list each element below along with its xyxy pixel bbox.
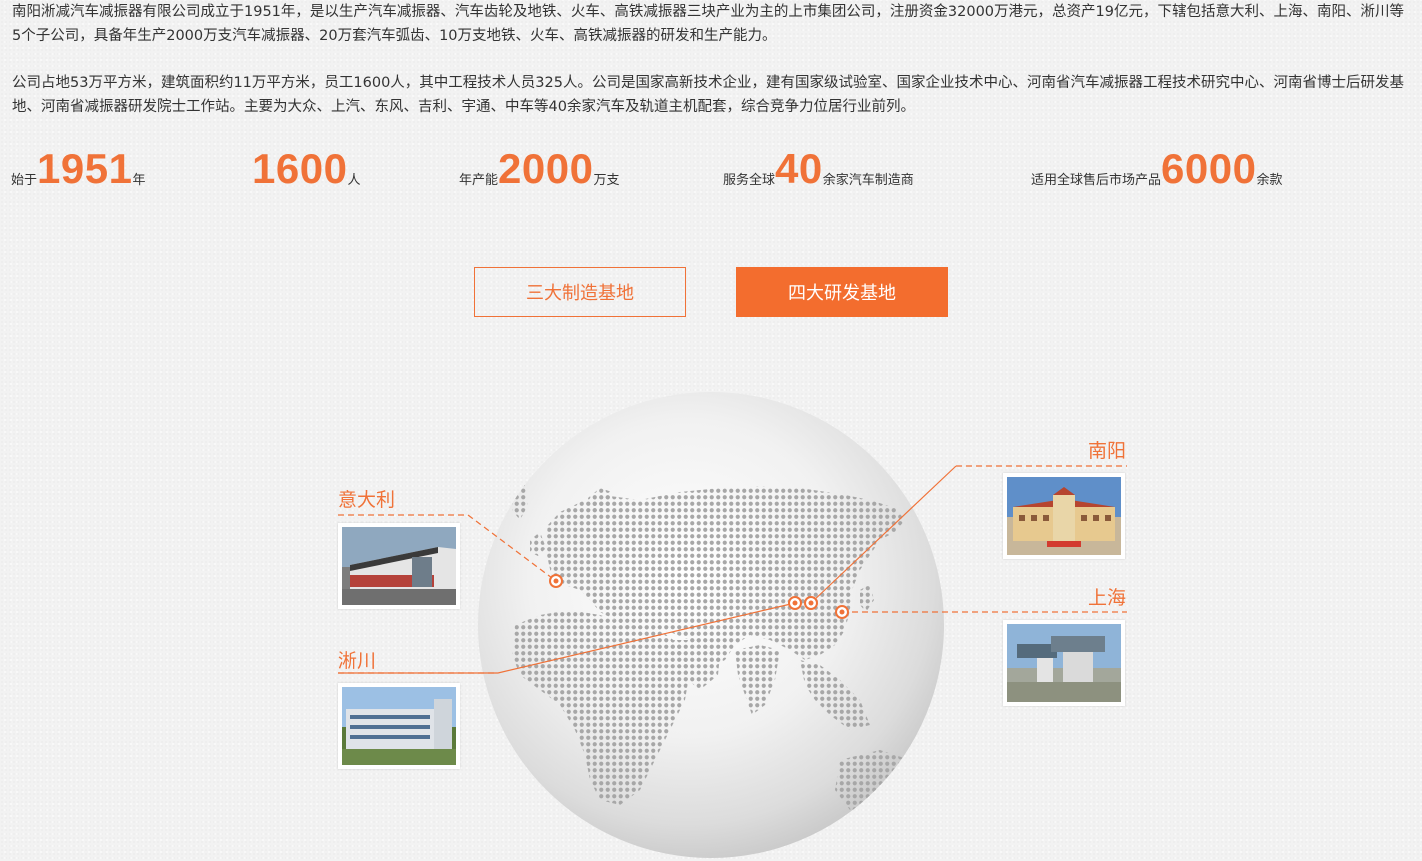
photo-italy-base bbox=[338, 523, 460, 609]
base-label-shanghai: 上海 bbox=[1088, 587, 1127, 609]
photo-nanyang-base bbox=[1003, 473, 1125, 559]
photo-xichuan-base bbox=[338, 683, 460, 769]
world-map-globe bbox=[338, 392, 1127, 858]
base-label-xichuan: 淅川 bbox=[338, 650, 377, 672]
photo-shanghai-base bbox=[1003, 620, 1125, 706]
base-label-nanyang: 南阳 bbox=[1088, 440, 1127, 462]
base-label-italy: 意大利 bbox=[338, 489, 396, 511]
